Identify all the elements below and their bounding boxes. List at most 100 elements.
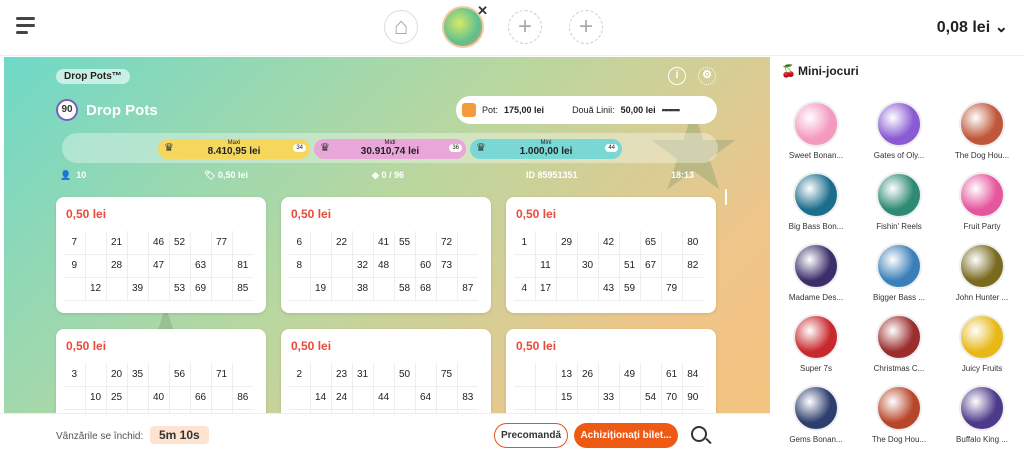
mini-game-tile[interactable]: Fruit Party (947, 172, 1017, 231)
card-number: 39 (127, 277, 149, 301)
mini-games-title: Mini-jocuri (798, 64, 859, 78)
card-number (211, 386, 233, 410)
card-number: 46 (148, 231, 170, 255)
card-number (352, 231, 374, 255)
card-number: 51 (619, 254, 641, 278)
card-number: 33 (598, 386, 620, 410)
add-game-slot[interactable]: + (569, 10, 603, 44)
card-number: 19 (310, 277, 332, 301)
zoom-in-icon[interactable] (691, 426, 707, 442)
mini-game-label: Big Bass Bon... (788, 222, 844, 231)
mini-game-tile[interactable]: The Dog Hou... (947, 101, 1017, 160)
mini-game-tile[interactable]: Gems Bonan... (781, 385, 851, 444)
card-number: 59 (619, 277, 641, 301)
card-number: 83 (457, 386, 478, 410)
card-number (352, 386, 374, 410)
card-number (127, 386, 149, 410)
card-number: 28 (106, 254, 128, 278)
card-number: 4 (514, 277, 536, 301)
mini-game-tile[interactable]: Madame Des... (781, 243, 851, 302)
jackpot-value: 30.910,74 lei (360, 146, 420, 157)
card-number: 84 (682, 363, 703, 387)
card-number: 8 (289, 254, 311, 278)
mini-game-tile[interactable]: Bigger Bass ... (864, 243, 934, 302)
game-slot-drop-pots[interactable]: ✕ (442, 4, 488, 48)
card-number: 1 (514, 231, 536, 255)
mini-game-tile[interactable]: Sweet Bonan... (781, 101, 851, 160)
mini-game-thumbnail (959, 314, 1005, 360)
home-icon[interactable]: ⌂ (384, 10, 418, 44)
mini-game-tile[interactable]: Juicy Fruits (947, 314, 1017, 373)
card-number (373, 277, 395, 301)
close-icon[interactable]: ✕ (477, 4, 488, 17)
preorder-button[interactable]: Precomandă (494, 423, 568, 448)
user-icon: 👤 (60, 170, 72, 180)
info-icon[interactable]: i (668, 67, 686, 85)
lines-label: Două Linii: (572, 105, 615, 115)
mini-game-label: The Dog Hou... (871, 435, 927, 444)
card-number: 25 (106, 386, 128, 410)
card-number (331, 254, 353, 278)
card-number (211, 277, 233, 301)
mini-game-tile[interactable]: Christmas C... (864, 314, 934, 373)
jackpot-value: 1.000,00 lei (519, 146, 573, 157)
bingo-card[interactable]: 0,50 lei 6 22 41 55 72 8 32 48 60 73 19 38 58 68 87 (281, 197, 491, 313)
bingo-card[interactable]: 0,50 lei 1 29 42 65 80 11 30 51 67 82 4 17 43 59 79 (506, 197, 716, 313)
mini-game-thumbnail (959, 243, 1005, 289)
mini-game-label: Christmas C... (873, 364, 925, 373)
card-number (457, 363, 478, 387)
card-grid: 6 22 41 55 72 8 32 48 60 73 19 38 58 68 87 (289, 231, 478, 301)
card-number (514, 363, 536, 387)
mini-game-tile[interactable]: John Hunter ... (947, 243, 1017, 302)
card-number (190, 363, 212, 387)
game-title: Drop Pots (86, 101, 158, 119)
lines-value: 50,00 lei (620, 105, 656, 115)
card-number: 82 (682, 254, 703, 278)
card-number (415, 231, 437, 255)
mini-game-thumbnail (959, 172, 1005, 218)
card-number: 80 (682, 231, 703, 255)
ticket-price: 🏷 0,50 lei (204, 170, 248, 181)
mini-games-panel: 🍒 Mini-jocuri Sweet Bonan... Gates of Oly… (770, 57, 1024, 453)
mini-game-tile[interactable]: Big Bass Bon... (781, 172, 851, 231)
card-grid: 1 29 42 65 80 11 30 51 67 82 4 17 43 59 79 (514, 231, 703, 301)
card-number: 70 (661, 386, 683, 410)
mini-game-thumbnail (793, 314, 839, 360)
card-number (85, 363, 107, 387)
card-number (169, 254, 191, 278)
scrollbar[interactable] (725, 189, 727, 205)
card-number (373, 363, 395, 387)
card-number: 23 (331, 363, 353, 387)
card-price: 0,50 lei (66, 339, 107, 353)
mini-game-tile[interactable]: Gates of Oly... (864, 101, 934, 160)
jackpot-mini: ♛ Mini 1.000,00 lei 44 (470, 139, 622, 159)
mini-game-tile[interactable]: Fishin' Reels (864, 172, 934, 231)
card-number (127, 231, 149, 255)
card-number (394, 386, 416, 410)
tag-icon: 🏷 (204, 170, 216, 180)
mini-game-label: Super 7s (799, 364, 833, 373)
card-price: 0,50 lei (291, 339, 332, 353)
jackpot-value: 8.410,95 lei (207, 146, 261, 157)
bingo-card[interactable]: 0,50 lei 7 21 46 52 77 9 28 47 63 81 12 39 53 69 85 (56, 197, 266, 313)
card-number (514, 386, 536, 410)
mini-game-tile[interactable]: Super 7s (781, 314, 851, 373)
card-number: 67 (640, 254, 662, 278)
balance[interactable]: 0,08 lei ⌄ (937, 17, 1008, 37)
card-number: 66 (190, 386, 212, 410)
card-number (415, 363, 437, 387)
card-number (577, 277, 599, 301)
mini-game-tile[interactable]: Buffalo King ... (947, 385, 1017, 444)
add-game-slot[interactable]: + (508, 10, 542, 44)
mini-game-label: Fruit Party (963, 222, 1001, 231)
card-number (289, 277, 311, 301)
card-number (310, 231, 332, 255)
menu-icon[interactable] (16, 17, 35, 34)
buy-ticket-button[interactable]: Achiziționați bilet... (574, 423, 678, 448)
countdown-timer: 5m 10s (150, 426, 209, 444)
card-number: 54 (640, 386, 662, 410)
card-number: 75 (436, 363, 458, 387)
mini-game-tile[interactable]: The Dog Hou... (864, 385, 934, 444)
card-number (457, 231, 478, 255)
gear-icon[interactable]: ⚙ (698, 67, 716, 85)
